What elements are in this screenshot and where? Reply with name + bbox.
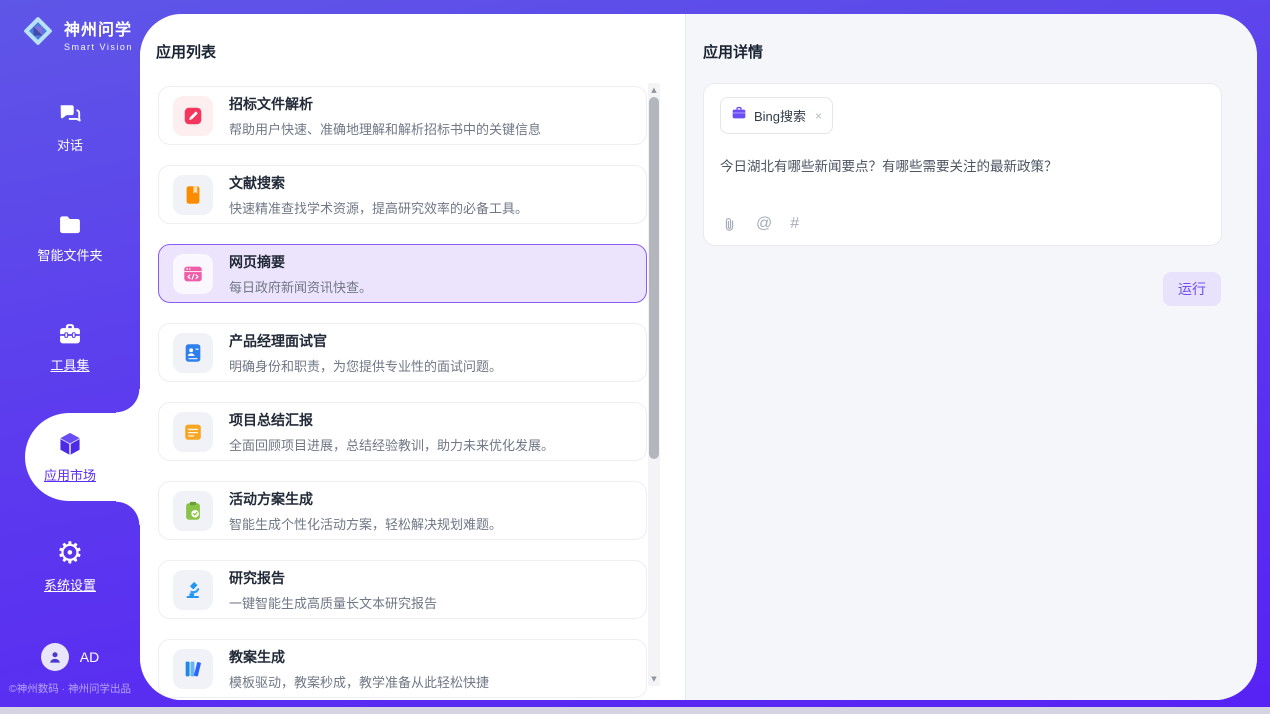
paperclip-icon[interactable] [721,216,738,233]
microscope-icon [173,570,213,610]
brand-subtitle: Smart Vision [64,42,133,52]
app-card-title: 教案生成 [229,647,489,667]
app-card-desc: 全面回顾项目进展，总结经验教训，助力未来优化发展。 [229,435,554,454]
app-card-desc: 每日政府新闻资讯快查。 [229,277,372,296]
cube-icon [56,430,84,458]
browser-code-icon [173,254,213,294]
clipboard-check-icon [173,491,213,531]
app-card-literature-search[interactable]: 文献搜索 快速精准查找学术资源，提高研究效率的必备工具。 [158,165,647,224]
app-list-title: 应用列表 [140,14,685,62]
app-card-event-plan[interactable]: 活动方案生成 智能生成个性化活动方案，轻松解决规划难题。 [158,481,647,540]
app-card-desc: 帮助用户快速、准确地理解和解析招标书中的关键信息 [229,119,541,138]
app-card-lesson-plan[interactable]: 教案生成 模板驱动，教案秒成，教学准备从此轻松快捷 [158,639,647,698]
main-container: 应用列表 招标文件解析 帮助用户快速、准确地理解和解析招标书中的关键信息 [140,14,1257,700]
app-card-title: 活动方案生成 [229,489,502,509]
sidebar-item-chat[interactable]: 对话 [0,72,140,182]
sidebar-item-app-market[interactable]: 应用市场 [0,402,140,512]
at-icon[interactable]: @ [756,215,772,233]
app-card-project-summary[interactable]: 项目总结汇报 全面回顾项目进展，总结经验教训，助力未来优化发展。 [158,402,647,461]
tool-tag-label: Bing搜索 [754,106,806,125]
user-account[interactable]: AD [0,643,140,671]
app-card-title: 研究报告 [229,568,437,588]
pen-square-icon [173,96,213,136]
app-card-pm-interviewer[interactable]: 产品经理面试官 明确身份和职责，为您提供专业性的面试问题。 [158,323,647,382]
app-detail-panel: 应用详情 Bing搜索 × 今日湖北有哪些新闻要点？有哪些需要关注的最新政策？ … [685,14,1257,700]
app-card-list: 招标文件解析 帮助用户快速、准确地理解和解析招标书中的关键信息 文献搜索 快速精… [158,86,647,700]
run-button[interactable]: 运行 [1163,272,1221,306]
hash-icon[interactable]: # [790,215,799,233]
sidebar-item-label: 系统设置 [44,575,96,594]
briefcase-icon [731,105,747,126]
sidebar-item-label: 工具集 [50,355,89,374]
scroll-down-arrow[interactable]: ▼ [648,673,660,685]
sidebar-item-toolset[interactable]: 工具集 [0,292,140,402]
scroll-up-arrow[interactable]: ▲ [648,84,660,96]
sidebar-item-label: 对话 [57,135,83,154]
avatar [41,643,69,671]
app-card-title: 产品经理面试官 [229,331,502,351]
chat-icon [56,100,84,128]
app-card-desc: 快速精准查找学术资源，提高研究效率的必备工具。 [229,198,528,217]
app-detail-title: 应用详情 [686,14,1257,62]
app-card-bid-parse[interactable]: 招标文件解析 帮助用户快速、准确地理解和解析招标书中的关键信息 [158,86,647,145]
sidebar-item-label: 智能文件夹 [37,245,102,264]
books-icon [173,649,213,689]
app-card-research-report[interactable]: 研究报告 一键智能生成高质量长文本研究报告 [158,560,647,619]
gear-icon: ⚙ [57,540,84,568]
sidebar-item-label: 应用市场 [44,465,96,484]
app-card-title: 网页摘要 [229,252,372,272]
app-logo: 神州问学 Smart Vision [0,0,140,54]
app-card-desc: 智能生成个性化活动方案，轻松解决规划难题。 [229,514,502,533]
run-row: 运行 [686,272,1221,306]
scrollbar-thumb[interactable] [649,97,659,459]
user-label: AD [80,649,99,665]
app-card-web-summary[interactable]: 网页摘要 每日政府新闻资讯快查。 [158,244,647,303]
sidebar-nav: 对话 智能文件夹 工具集 应用市场 [0,72,140,622]
app-window: 神州问学 Smart Vision 对话 智能文件夹 [0,0,1270,714]
prompt-input[interactable]: 今日湖北有哪些新闻要点？有哪些需要关注的最新政策？ [720,155,1205,175]
toolbox-icon [56,320,84,348]
app-card-desc: 明确身份和职责，为您提供专业性的面试问题。 [229,356,502,375]
sidebar-item-settings[interactable]: ⚙ 系统设置 [0,512,140,622]
sidebar-item-smart-folder[interactable]: 智能文件夹 [0,182,140,292]
book-icon [173,175,213,215]
sidebar: 神州问学 Smart Vision 对话 智能文件夹 [0,0,140,707]
tool-tag-bing-search[interactable]: Bing搜索 × [720,97,833,134]
note-icon [173,412,213,452]
prompt-card: Bing搜索 × 今日湖北有哪些新闻要点？有哪些需要关注的最新政策？ @ # [703,83,1222,246]
tag-close-icon[interactable]: × [815,109,822,123]
app-card-desc: 一键智能生成高质量长文本研究报告 [229,593,437,612]
sidebar-footer: ©神州数码 · 神州问学出品 [0,681,140,696]
app-card-title: 项目总结汇报 [229,410,554,430]
brand-name: 神州问学 [64,16,133,40]
prompt-toolbar: @ # [721,215,799,233]
bottom-strip [0,707,1270,714]
app-list-panel: 应用列表 招标文件解析 帮助用户快速、准确地理解和解析招标书中的关键信息 [140,14,685,700]
app-card-title: 招标文件解析 [229,94,541,114]
folder-icon [56,210,84,238]
app-card-desc: 模板驱动，教案秒成，教学准备从此轻松快捷 [229,672,489,691]
scrollbar[interactable]: ▲ ▼ [648,83,660,686]
resume-icon [173,333,213,373]
app-card-title: 文献搜索 [229,173,528,193]
brand-diamond-icon [20,13,56,54]
